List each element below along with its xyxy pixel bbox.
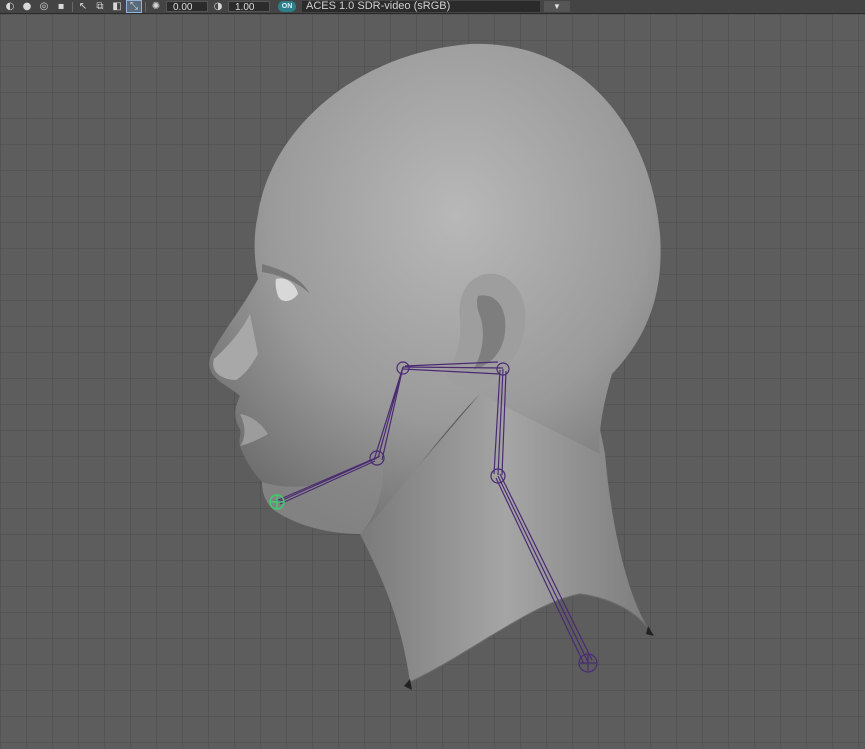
- colorspace-label: ACES 1.0 SDR-video (sRGB): [302, 1, 540, 12]
- grid-toggle-icon[interactable]: ▪: [54, 1, 68, 12]
- overlay-icon[interactable]: ◧: [110, 1, 124, 12]
- xray-joints-icon[interactable]: ⤡: [126, 0, 142, 13]
- select-tool-icon[interactable]: ↖: [76, 1, 90, 12]
- shading-icon[interactable]: ●: [20, 1, 34, 12]
- toolbar-divider: [72, 1, 73, 12]
- chevron-down-icon[interactable]: ▼: [544, 1, 570, 12]
- frame-icon[interactable]: ⧉: [93, 1, 107, 12]
- 3d-viewport[interactable]: [0, 14, 865, 749]
- isolate-icon[interactable]: ◎: [37, 1, 51, 12]
- viewport-toolbar: ◐ ● ◎ ▪ ↖ ⧉ ◧ ⤡ ✺ 0.00 ◑ 1.00 ON ACES 1.…: [0, 0, 865, 14]
- selected-joint-chin[interactable]: [269, 494, 285, 510]
- gamma-field[interactable]: 1.00: [228, 1, 270, 13]
- camera-icon[interactable]: ◐: [3, 1, 17, 12]
- toolbar-divider: [145, 1, 146, 12]
- gamma-icon[interactable]: ◑: [211, 1, 225, 12]
- colorspace-toggle-badge[interactable]: ON: [278, 1, 296, 12]
- exposure-icon[interactable]: ✺: [149, 1, 163, 12]
- exposure-field[interactable]: 0.00: [166, 1, 208, 13]
